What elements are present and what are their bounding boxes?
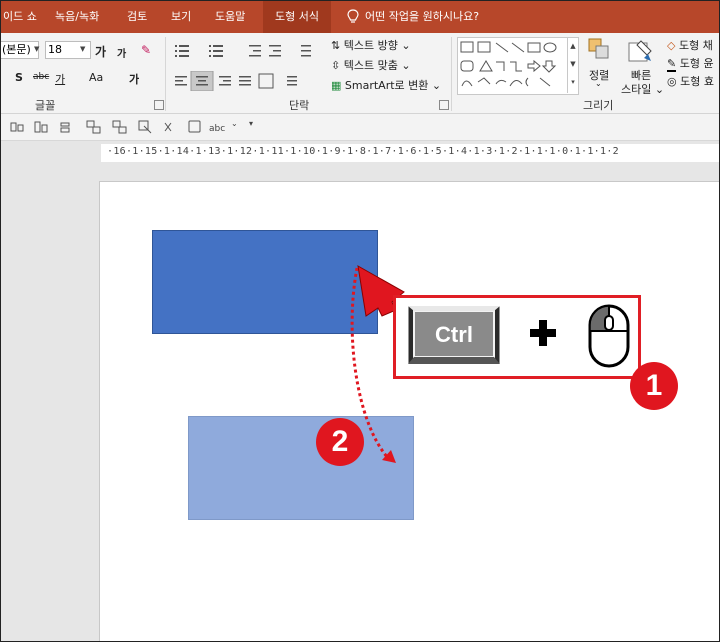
ctrl-click-callout: Ctrl — [393, 295, 641, 379]
step-badge-2: 2 — [316, 418, 364, 466]
plus-icon — [530, 320, 556, 346]
mouse-left-click-icon — [588, 304, 630, 368]
arrowhead-icon — [382, 450, 396, 463]
step-badge-1: 1 — [630, 362, 678, 410]
ctrl-key-icon: Ctrl — [408, 306, 500, 364]
ctrl-key-label: Ctrl — [435, 322, 473, 347]
